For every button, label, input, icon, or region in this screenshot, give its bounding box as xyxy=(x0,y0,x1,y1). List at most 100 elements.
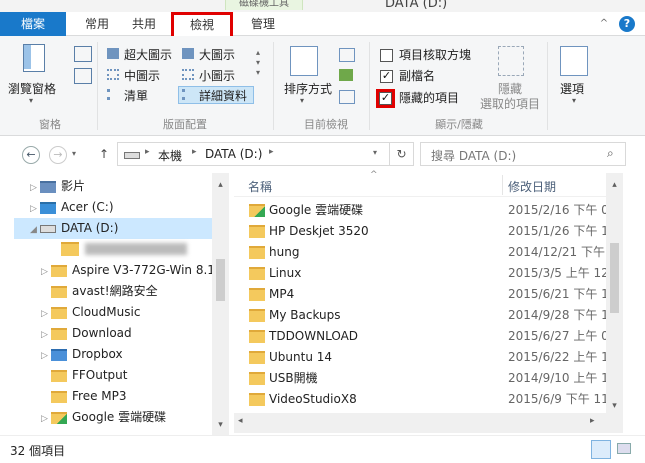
file-extensions-label: 副檔名 xyxy=(399,69,436,83)
expand-icon[interactable]: ▷ xyxy=(41,304,51,325)
scroll-right-icon[interactable]: ▸ xyxy=(590,416,595,426)
tree-item-folder[interactable]: ▷ CloudMusic xyxy=(41,302,140,323)
folder-icon xyxy=(249,309,265,322)
file-date: 2015/6/27 上午 0... xyxy=(508,329,621,343)
tab-view[interactable]: 檢視 xyxy=(171,12,233,39)
collapse-icon[interactable]: ◢ xyxy=(30,220,40,241)
file-name: USB開機 xyxy=(269,371,318,385)
file-name: MP4 xyxy=(269,287,295,301)
nav-pane-scrollbar[interactable]: ▴ ▾ xyxy=(212,173,229,435)
layout-details[interactable]: 詳細資料 xyxy=(199,87,247,104)
expand-icon[interactable]: ▷ xyxy=(41,409,51,430)
expand-icon[interactable]: ▷ xyxy=(30,199,40,220)
scroll-left-icon[interactable]: ◂ xyxy=(238,416,243,426)
folder-icon xyxy=(249,351,265,364)
help-icon[interactable]: ? xyxy=(619,16,635,32)
breadcrumb-drive[interactable]: DATA (D:) xyxy=(205,147,262,161)
scroll-down-icon[interactable]: ▾ xyxy=(212,417,229,434)
hidden-items-checkbox[interactable]: ✓ xyxy=(379,92,392,105)
details-pane-icon[interactable] xyxy=(74,68,92,84)
tree-item-acer-c[interactable]: ▷ Acer (C:) xyxy=(30,197,114,218)
file-row[interactable]: VideoStudioX8 2015/6/9 下午 11... xyxy=(234,389,623,410)
tree-item-folder[interactable]: avast!網路安全 xyxy=(51,281,158,302)
search-icon[interactable]: ⌕ xyxy=(607,146,614,161)
forward-button[interactable]: → xyxy=(49,146,67,164)
file-row[interactable]: TDDOWNLOAD 2015/6/27 上午 0... xyxy=(234,326,623,347)
hidden-items-label: 隱藏的項目 xyxy=(399,91,460,105)
add-columns-icon[interactable] xyxy=(339,69,353,81)
tree-item-data-d[interactable]: ◢ DATA (D:) xyxy=(30,218,118,239)
file-list-scrollbar[interactable]: ▴ ▾ xyxy=(606,173,623,413)
layout-list[interactable]: 清單 xyxy=(124,87,148,104)
options-button[interactable]: 選項 xyxy=(560,80,584,97)
file-row[interactable]: Ubuntu 14 2015/6/22 上午 1... xyxy=(234,347,623,368)
column-header-row: 名稱 ^ 修改日期 xyxy=(234,170,623,197)
tree-label: Free MP3 xyxy=(72,389,127,403)
tree-item-folder[interactable]: ▷ Google 雲端硬碟 xyxy=(41,407,166,428)
layout-extra-large[interactable]: 超大圖示 xyxy=(124,46,172,63)
google-drive-folder-icon xyxy=(249,204,265,217)
file-row[interactable]: HP Deskjet 3520 2015/1/26 下午 1... xyxy=(234,221,623,242)
file-row[interactable]: Google 雲端硬碟 2015/2/16 下午 0... xyxy=(234,200,623,221)
layout-small[interactable]: 小圖示 xyxy=(199,67,235,84)
expand-icon[interactable]: ▷ xyxy=(41,262,51,283)
size-columns-icon[interactable] xyxy=(339,90,355,104)
large-icons-view-icon[interactable] xyxy=(617,443,631,454)
navigation-pane-button[interactable]: 瀏覽窗格 xyxy=(8,80,56,97)
ribbon-tab-bar: 檔案 常用 共用 檢視 管理 ^ ? xyxy=(0,12,645,39)
refresh-button[interactable]: ↻ xyxy=(389,142,414,166)
file-extensions-checkbox[interactable]: ✓ xyxy=(380,70,393,83)
search-box[interactable]: 搜尋 DATA (D:) ⌕ xyxy=(420,142,626,166)
group-divider xyxy=(369,42,370,130)
expand-icon[interactable]: ▷ xyxy=(41,346,51,367)
file-row[interactable]: My Backups 2014/9/28 下午 1... xyxy=(234,305,623,326)
horizontal-scrollbar[interactable]: ◂ ▸ xyxy=(234,413,623,433)
sort-by-button[interactable]: 排序方式 xyxy=(284,80,332,97)
tree-item-folder[interactable]: Free MP3 xyxy=(51,386,127,407)
file-row[interactable]: USB開機 2014/9/10 上午 1... xyxy=(234,368,623,389)
layout-scroll-icon[interactable]: ▴ ▾ ▾ xyxy=(256,48,260,78)
item-checkboxes-checkbox[interactable] xyxy=(380,49,393,62)
scroll-up-icon[interactable]: ▴ xyxy=(212,177,229,194)
tab-home[interactable]: 常用 xyxy=(77,12,117,36)
tree-item-folder[interactable]: ▷ Dropbox xyxy=(41,344,123,365)
window-title: DATA (D:) xyxy=(385,0,448,11)
tab-manage[interactable]: 管理 xyxy=(241,12,285,36)
file-row[interactable]: Linux 2015/3/5 上午 12... xyxy=(234,263,623,284)
hide-selected-line2[interactable]: 選取的項目 xyxy=(480,95,540,112)
file-row[interactable]: MP4 2015/6/21 下午 1... xyxy=(234,284,623,305)
expand-icon[interactable]: ▷ xyxy=(41,325,51,346)
file-row[interactable]: hung 2014/12/21 下午 ... xyxy=(234,242,623,263)
up-button[interactable]: ↑ xyxy=(99,147,109,161)
tree-item-folder[interactable]: FFOutput xyxy=(51,365,128,386)
scroll-thumb[interactable] xyxy=(610,243,619,313)
column-header-date[interactable]: 修改日期 xyxy=(508,178,556,195)
breadcrumb-this-pc[interactable]: 本機 xyxy=(158,147,182,164)
file-date: 2014/12/21 下午 ... xyxy=(508,245,621,259)
tree-item-folder[interactable]: ▷ Aspire V3-772G-Win 8.1 xyxy=(41,260,215,281)
group-by-icon[interactable] xyxy=(339,48,355,62)
navigation-pane-icon xyxy=(23,44,45,72)
layout-large[interactable]: 大圖示 xyxy=(199,46,235,63)
tree-item-folder[interactable]: ▷ Download xyxy=(41,323,132,344)
tree-label: CloudMusic xyxy=(72,305,141,319)
address-dropdown-icon[interactable]: ▾ xyxy=(373,148,377,157)
expand-icon[interactable]: ▷ xyxy=(30,178,40,199)
ribbon: 瀏覽窗格 ▾ 窗格 超大圖示 大圖示 中圖示 小圖示 清單 詳細資料 ▴ ▾ ▾ 版… xyxy=(0,36,645,136)
preview-pane-icon[interactable] xyxy=(74,46,92,62)
details-view-icon[interactable] xyxy=(591,440,611,459)
scroll-up-icon[interactable]: ▴ xyxy=(606,177,623,194)
address-bar[interactable]: ▸ 本機 ▸ DATA (D:) ▸ ▾ xyxy=(117,142,414,166)
column-header-name[interactable]: 名稱 xyxy=(248,178,272,195)
tab-file[interactable]: 檔案 xyxy=(0,12,66,36)
column-divider[interactable] xyxy=(502,175,503,195)
scroll-thumb[interactable] xyxy=(216,259,225,301)
layout-medium[interactable]: 中圖示 xyxy=(124,67,160,84)
ribbon-collapse-icon[interactable]: ^ xyxy=(596,12,612,36)
group-label-layout: 版面配置 xyxy=(163,118,207,131)
recent-locations-icon[interactable]: ▾ xyxy=(72,149,76,158)
tree-item-videos[interactable]: ▷ 影片 xyxy=(30,176,85,197)
search-input[interactable]: 搜尋 DATA (D:) xyxy=(431,147,516,164)
tab-share[interactable]: 共用 xyxy=(124,12,164,36)
back-button[interactable]: ← xyxy=(22,146,40,164)
